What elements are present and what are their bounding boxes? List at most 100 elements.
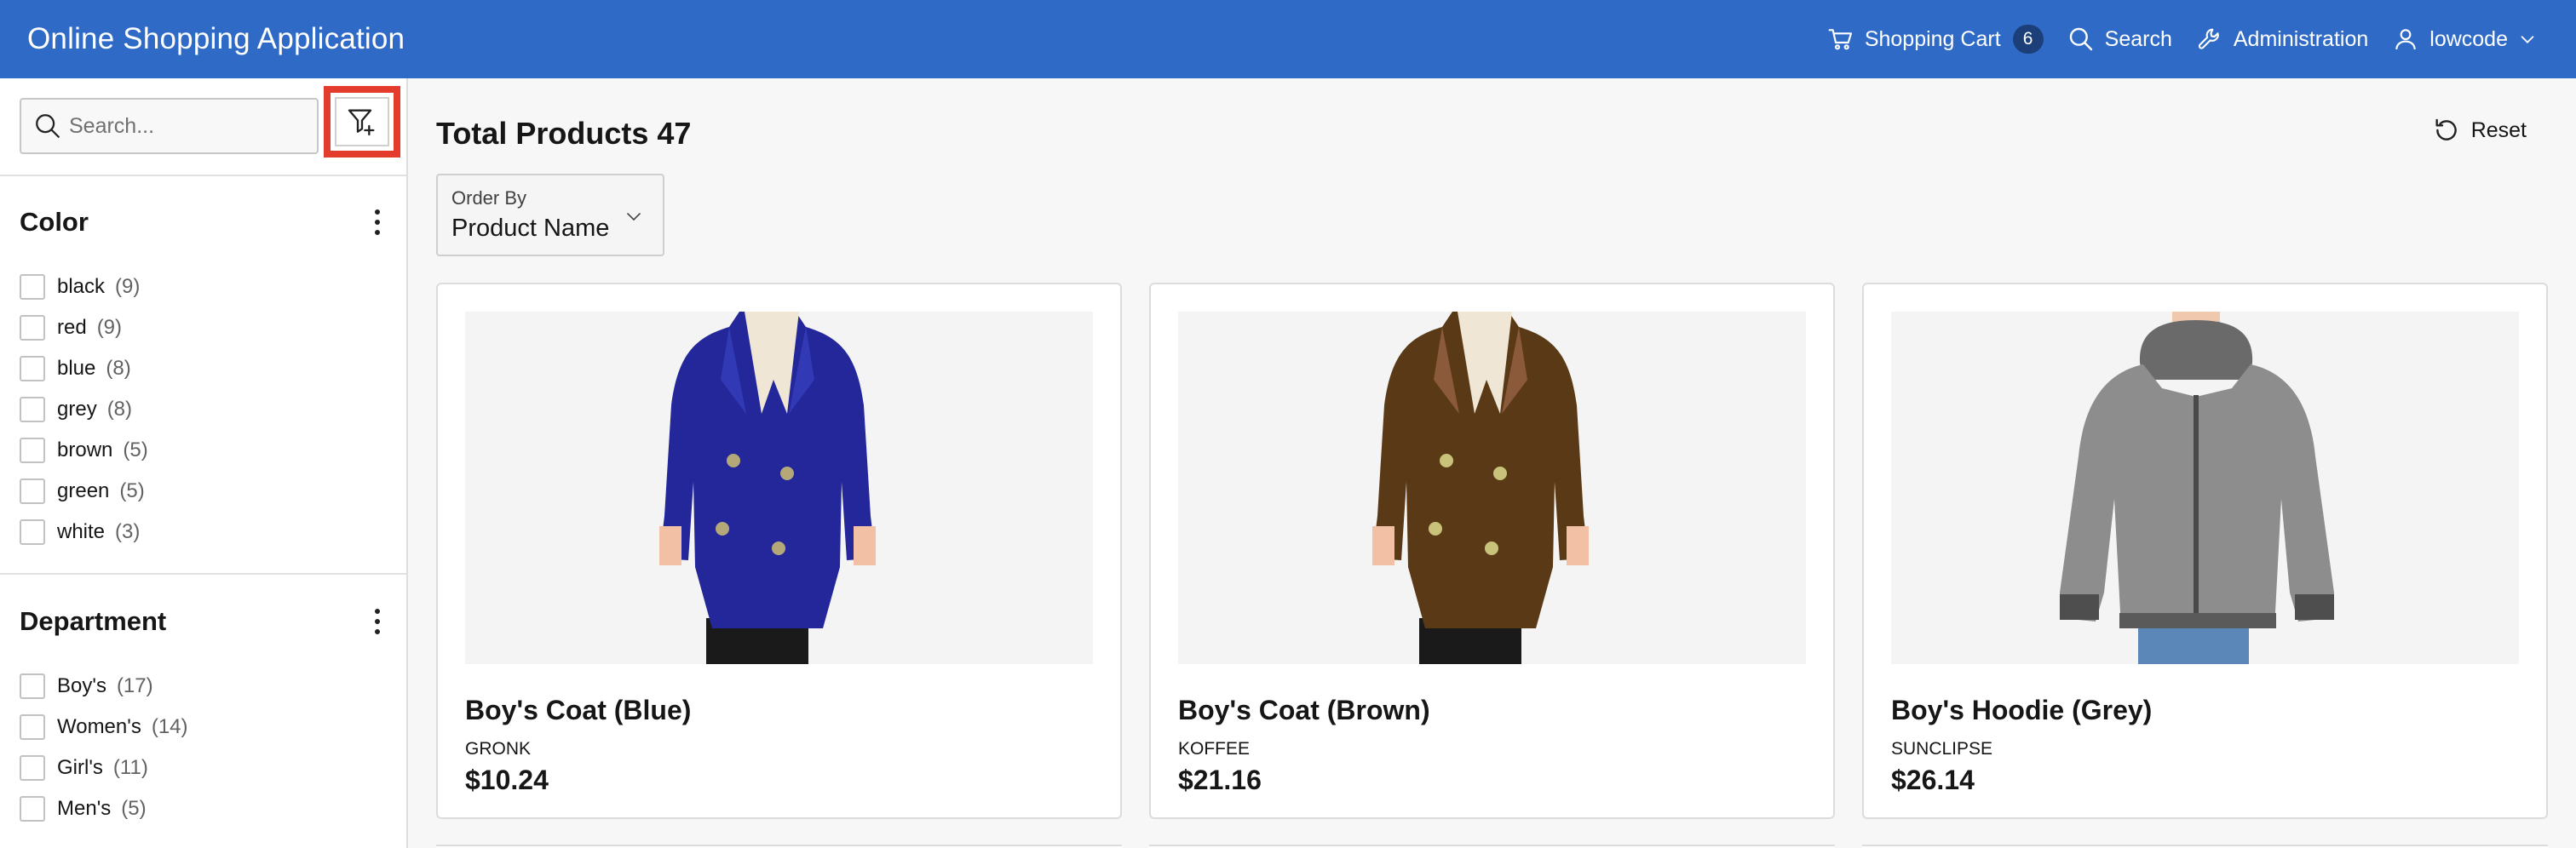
facet-option-count: (3) — [115, 520, 141, 543]
checkbox[interactable] — [20, 519, 45, 545]
product-brand: KOFFEE — [1178, 739, 1251, 759]
sidebar-search-row — [20, 86, 400, 158]
product-card[interactable]: Boy's Coat (Blue) GRONK $10.24 — [436, 283, 1122, 819]
product-name[interactable]: Boy's Coat (Brown) — [1178, 695, 1430, 726]
facet-option-count: (9) — [115, 275, 141, 298]
facet-option-label: black — [57, 275, 106, 298]
checkbox[interactable] — [20, 755, 45, 781]
facet-option-white[interactable]: white (3) — [20, 512, 394, 553]
administration-link[interactable]: Administration — [2184, 26, 2380, 53]
facet-option-count: (5) — [123, 438, 148, 461]
facet-option-red[interactable]: red (9) — [20, 307, 394, 348]
user-icon — [2395, 29, 2416, 50]
sidebar-search-box — [20, 98, 319, 154]
order-by-select[interactable]: Order By Product Name — [436, 174, 664, 256]
checkbox[interactable] — [20, 274, 45, 300]
cart-icon — [1828, 29, 1852, 50]
add-filter-button-frame — [335, 97, 389, 146]
add-filter-button[interactable] — [324, 86, 400, 158]
product-card-partial — [436, 845, 1122, 848]
facet-list-color: black (9) red (9) blue (8) grey (8) brown (5)… — [20, 266, 394, 553]
total-products-label: Total Products — [436, 116, 649, 151]
checkbox[interactable] — [20, 673, 45, 699]
facet-option-green[interactable]: green (5) — [20, 471, 394, 512]
product-price: $26.14 — [1891, 765, 1975, 795]
facet-option-label: Boy's — [57, 674, 106, 697]
search-label: Search — [2104, 26, 2172, 51]
reset-icon — [2435, 118, 2457, 140]
facet-option-count: (17) — [116, 674, 153, 697]
facet-option-count: (5) — [121, 797, 147, 820]
more-vertical-icon — [375, 209, 380, 235]
brown-coat-illustration — [1178, 312, 1806, 664]
facet-option-mens[interactable]: Men's (5) — [20, 788, 394, 829]
facet-option-brown[interactable]: brown (5) — [20, 430, 394, 471]
facet-option-blue[interactable]: blue (8) — [20, 348, 394, 389]
shopping-cart-label: Shopping Cart — [1864, 26, 2001, 51]
user-menu[interactable]: lowcode — [2380, 26, 2549, 53]
facet-option-count: (11) — [112, 756, 148, 779]
facet-option-girls[interactable]: Girl's (11) — [20, 748, 394, 788]
checkbox[interactable] — [20, 796, 45, 822]
product-brand: GRONK — [465, 739, 532, 759]
more-vertical-icon — [375, 609, 380, 634]
facet-header-color: Color — [20, 205, 394, 239]
facet-header-department: Department — [20, 604, 394, 639]
facet-option-grey[interactable]: grey (8) — [20, 389, 394, 430]
checkbox[interactable] — [20, 714, 45, 740]
user-name: lowcode — [2429, 26, 2508, 51]
product-image-brown-coat[interactable] — [1178, 312, 1806, 664]
product-name[interactable]: Boy's Coat (Blue) — [465, 695, 691, 726]
order-by-label: Order By — [451, 187, 527, 209]
product-card[interactable]: Boy's Hoodie (Grey) SUNCLIPSE $26.14 — [1862, 283, 2548, 819]
facet-option-label: Men's — [57, 797, 112, 820]
app-title[interactable]: Online Shopping Application — [27, 22, 405, 56]
order-by-value: Product Name — [451, 215, 610, 242]
search-icon — [36, 114, 60, 138]
product-name[interactable]: Boy's Hoodie (Grey) — [1891, 695, 2152, 726]
product-brand: SUNCLIPSE — [1891, 739, 1993, 759]
checkbox[interactable] — [20, 356, 45, 381]
facet-option-count: (8) — [106, 398, 133, 421]
facet-option-label: white — [57, 520, 106, 543]
wrench-icon — [2198, 28, 2219, 49]
administration-label: Administration — [2233, 26, 2369, 51]
product-card-partial — [1149, 845, 1835, 848]
checkbox[interactable] — [20, 315, 45, 341]
facet-option-count: (5) — [119, 479, 145, 502]
facet-option-label: red — [57, 316, 87, 339]
total-products-heading: Total Products 47 — [436, 116, 691, 152]
facet-option-boys[interactable]: Boy's (17) — [20, 666, 394, 707]
search-icon — [2069, 27, 2092, 51]
facet-option-count: (14) — [151, 715, 188, 738]
facet-title-department: Department — [20, 606, 167, 636]
facet-list-department: Boy's (17) Women's (14) Girl's (11) Men's (5… — [20, 666, 394, 829]
facet-actions-department[interactable] — [360, 604, 394, 639]
checkbox[interactable] — [20, 397, 45, 422]
reset-button[interactable]: Reset — [2432, 116, 2527, 145]
shopping-cart-link[interactable]: Shopping Cart 6 — [1815, 25, 2056, 54]
product-image-grey-hoodie[interactable] — [1891, 312, 2519, 664]
grey-hoodie-illustration — [1891, 312, 2519, 664]
top-nav: Shopping Cart 6 Search Administration lo… — [1815, 0, 2549, 78]
product-image-blue-coat[interactable] — [465, 312, 1093, 664]
facet-option-black[interactable]: black (9) — [20, 266, 394, 307]
chevron-down-icon — [627, 213, 641, 221]
product-card[interactable]: Boy's Coat (Brown) KOFFEE $21.16 — [1149, 283, 1835, 819]
sidebar-search-input[interactable] — [69, 113, 308, 139]
product-price: $10.24 — [465, 765, 549, 795]
search-link[interactable]: Search — [2056, 26, 2184, 53]
facet-option-label: grey — [57, 398, 97, 421]
facet-option-womens[interactable]: Women's (14) — [20, 707, 394, 748]
facet-option-label: green — [57, 479, 110, 502]
checkbox[interactable] — [20, 438, 45, 463]
filter-sidebar: Color black (9) red (9) blue (8) grey (8) br… — [0, 78, 408, 848]
facet-title-color: Color — [20, 207, 89, 237]
total-products-count: 47 — [657, 116, 692, 151]
facet-actions-color[interactable] — [360, 205, 394, 239]
checkbox[interactable] — [20, 478, 45, 504]
cart-count-badge: 6 — [2012, 25, 2044, 54]
sidebar-divider — [0, 573, 406, 575]
product-card-partial — [1862, 845, 2548, 848]
facet-option-label: Women's — [57, 715, 141, 738]
